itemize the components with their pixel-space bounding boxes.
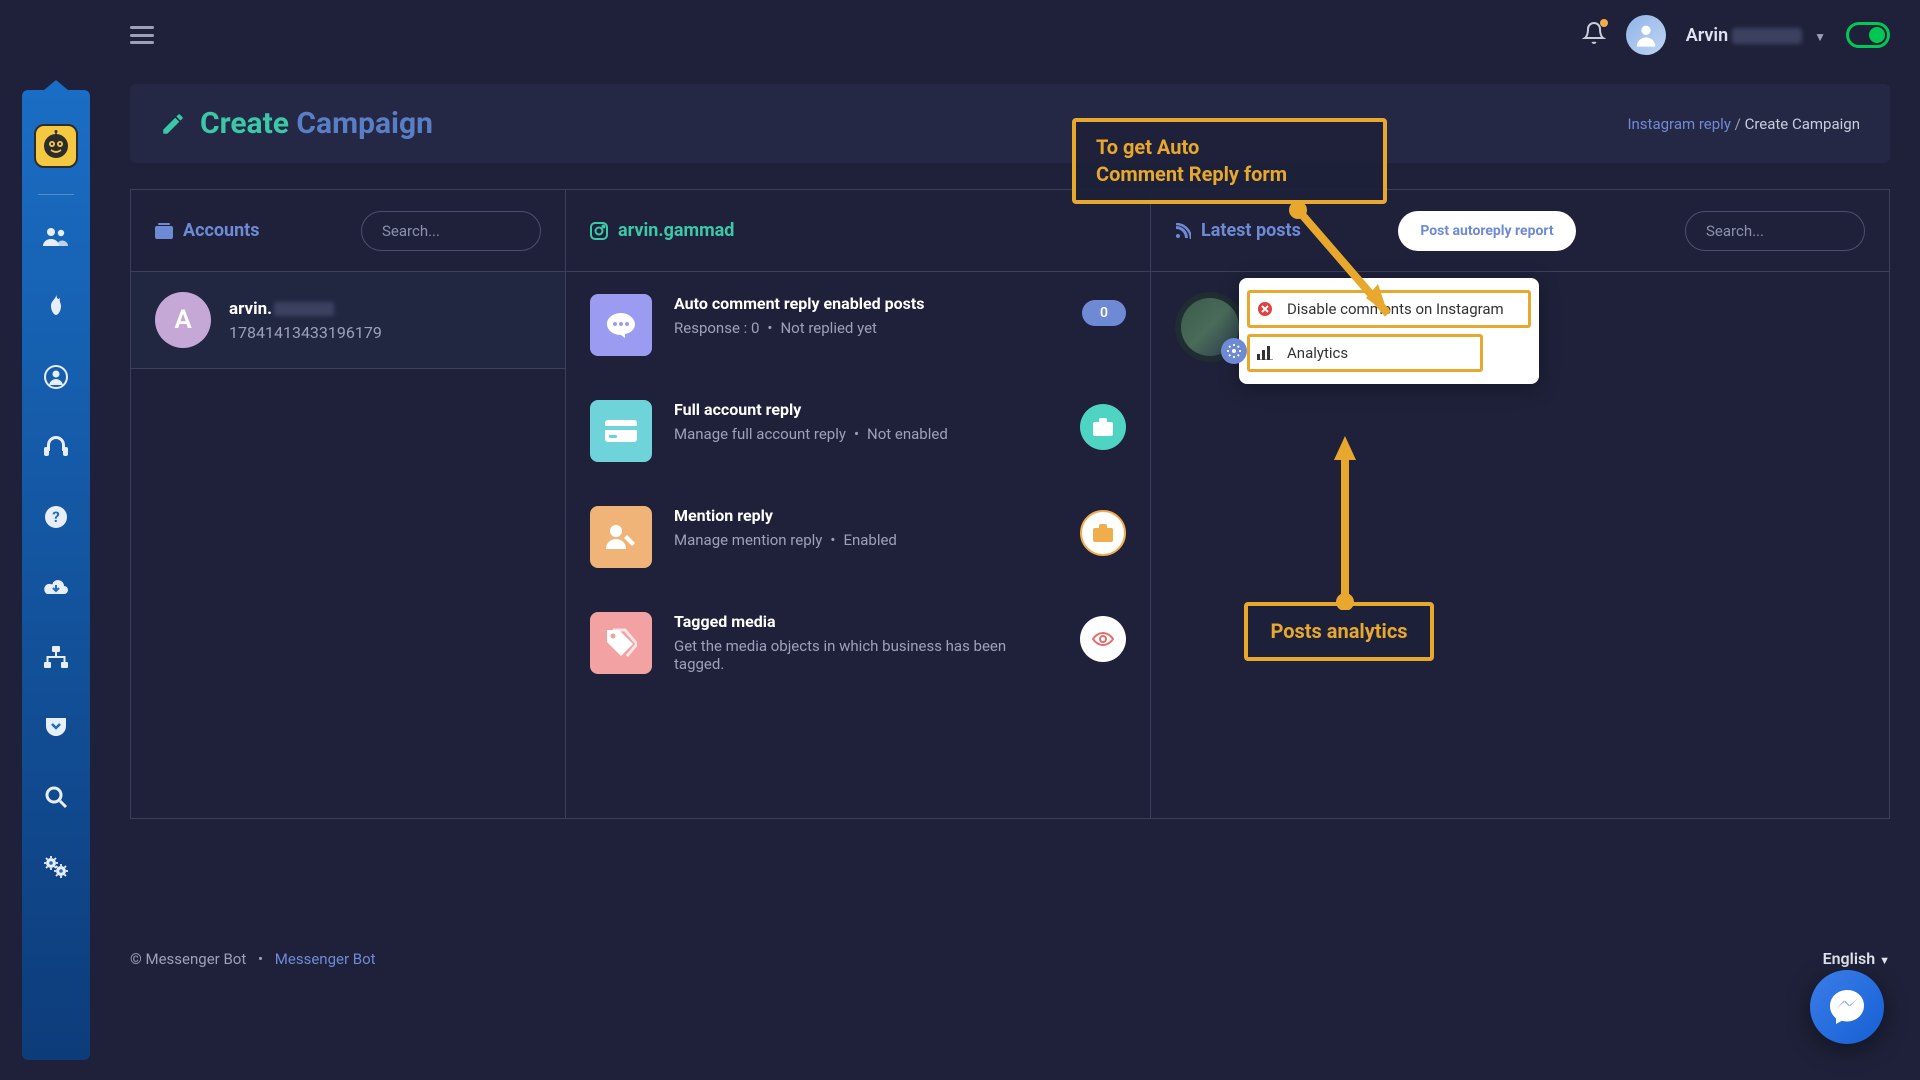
autoreply-report-button[interactable]: Post autoreply report	[1398, 211, 1575, 251]
main-panels: Accounts A arvin. 17841413433196179 arvi…	[130, 189, 1890, 819]
instagram-icon	[590, 222, 608, 240]
sidebar-item-support-icon[interactable]	[38, 433, 74, 461]
account-name-redacted	[274, 302, 334, 316]
feature-title: Mention reply	[674, 506, 1058, 525]
chat-widget-button[interactable]	[1810, 970, 1884, 1044]
caret-down-icon: ▼	[1814, 30, 1826, 44]
sidebar-item-users-icon[interactable]	[38, 223, 74, 251]
panel-account-detail: arvin.gammad Auto comment reply enabled …	[566, 190, 1151, 818]
account-avatar: A	[155, 292, 211, 348]
accounts-icon	[155, 223, 173, 239]
tags-icon	[590, 612, 652, 674]
feature-action-button[interactable]	[1080, 616, 1126, 662]
footer: © Messenger Bot • Messenger Bot English …	[130, 949, 1890, 968]
title-word-1: Create	[200, 106, 289, 141]
feature-title: Tagged media	[674, 612, 1058, 631]
accounts-search-input[interactable]	[361, 211, 541, 251]
panel-detail-title: arvin.gammad	[590, 220, 734, 241]
feature-action-button[interactable]	[1080, 404, 1126, 450]
feature-action-button[interactable]	[1080, 510, 1126, 556]
feature-auto-comment[interactable]: Auto comment reply enabled posts Respons…	[566, 272, 1150, 378]
notifications-bell-icon[interactable]	[1582, 21, 1606, 49]
feature-full-account[interactable]: Full account reply Manage full account r…	[566, 378, 1150, 484]
language-selector[interactable]: English ▼	[1823, 949, 1890, 968]
breadcrumb-link[interactable]: Instagram reply	[1627, 115, 1730, 133]
hamburger-menu-button[interactable]	[130, 26, 154, 44]
panel-accounts-header: Accounts	[131, 190, 565, 272]
breadcrumb: Instagram reply / Create Campaign	[1627, 115, 1860, 133]
sidebar-item-flow-icon[interactable]	[38, 643, 74, 671]
panel-accounts-title: Accounts	[155, 220, 260, 241]
sidebar-item-profile-icon[interactable]	[38, 363, 74, 391]
panel-latest-title: Latest posts	[1175, 220, 1301, 241]
feature-subtitle: Manage mention reply•Enabled	[674, 531, 1058, 549]
user-name-redacted	[1732, 28, 1802, 44]
sidebar: ?	[22, 90, 90, 1060]
user-menu[interactable]: Arvin ▼	[1686, 25, 1826, 46]
feature-subtitle: Manage full account reply•Not enabled	[674, 425, 1058, 443]
app-logo[interactable]	[34, 124, 78, 168]
breadcrumb-sep: /	[1735, 115, 1745, 133]
messenger-icon	[1827, 987, 1867, 1027]
briefcase-icon	[1093, 418, 1113, 436]
user-avatar[interactable]	[1626, 15, 1666, 55]
post-options-dropdown: Disable comments on Instagram Analytics	[1239, 278, 1539, 384]
feature-subtitle: Get the media objects in which business …	[674, 637, 1058, 673]
dropdown-disable-comments[interactable]: Disable comments on Instagram	[1245, 288, 1533, 330]
user-tag-icon	[590, 506, 652, 568]
feature-subtitle: Response : 0•Not replied yet	[674, 319, 1060, 337]
rss-icon	[1175, 223, 1191, 239]
panel-latest-posts: Latest posts Post autoreply report Disab…	[1151, 190, 1889, 818]
feature-title: Full account reply	[674, 400, 1058, 419]
gear-icon	[1227, 344, 1241, 358]
account-id: 17841413433196179	[229, 323, 382, 342]
page-header: Create Campaign Instagram reply / Create…	[130, 84, 1890, 163]
annotation-auto-comment: To get AutoComment Reply form	[1072, 118, 1387, 204]
sidebar-item-flame-icon[interactable]	[38, 293, 74, 321]
chat-bubble-icon	[590, 294, 652, 356]
panel-accounts: Accounts A arvin. 17841413433196179	[131, 190, 566, 818]
feature-tagged-media[interactable]: Tagged media Get the media objects in wh…	[566, 590, 1150, 696]
card-icon	[590, 400, 652, 462]
eye-icon	[1092, 631, 1114, 647]
briefcase-icon	[1093, 524, 1113, 542]
sidebar-item-settings-icon[interactable]	[38, 853, 74, 881]
sidebar-item-cloud-icon[interactable]	[38, 573, 74, 601]
sidebar-item-pocket-icon[interactable]	[38, 713, 74, 741]
annotation-analytics: Posts analytics	[1244, 602, 1434, 661]
page-title: Create Campaign	[160, 106, 433, 141]
copyright: © Messenger Bot • Messenger Bot	[130, 950, 376, 968]
feature-title: Auto comment reply enabled posts	[674, 294, 1060, 313]
dropdown-analytics[interactable]: Analytics	[1245, 332, 1485, 374]
account-row[interactable]: A arvin. 17841413433196179	[131, 272, 565, 369]
user-name: Arvin	[1686, 25, 1728, 46]
edit-icon	[160, 111, 186, 137]
post-thumbnail[interactable]	[1175, 292, 1245, 362]
topbar-right: Arvin ▼	[1582, 15, 1890, 55]
latest-posts-body: Disable comments on Instagram Analytics	[1151, 272, 1889, 382]
bar-chart-icon	[1257, 346, 1273, 360]
footer-link[interactable]: Messenger Bot	[275, 950, 376, 968]
sidebar-divider	[38, 194, 74, 195]
account-name: arvin.	[229, 299, 382, 319]
close-circle-icon	[1257, 301, 1273, 317]
topbar: Arvin ▼	[0, 0, 1920, 70]
sidebar-item-search-icon[interactable]	[38, 783, 74, 811]
feature-mention-reply[interactable]: Mention reply Manage mention reply•Enabl…	[566, 484, 1150, 590]
status-toggle[interactable]	[1846, 22, 1890, 48]
post-settings-badge[interactable]	[1221, 338, 1247, 364]
sidebar-item-help-icon[interactable]: ?	[38, 503, 74, 531]
panel-detail-header: arvin.gammad	[566, 190, 1150, 272]
posts-search-input[interactable]	[1685, 211, 1865, 251]
breadcrumb-current: Create Campaign	[1745, 115, 1860, 133]
svg-text:?: ?	[52, 508, 59, 526]
title-word-2: Campaign	[296, 106, 433, 141]
count-badge: 0	[1082, 300, 1126, 326]
